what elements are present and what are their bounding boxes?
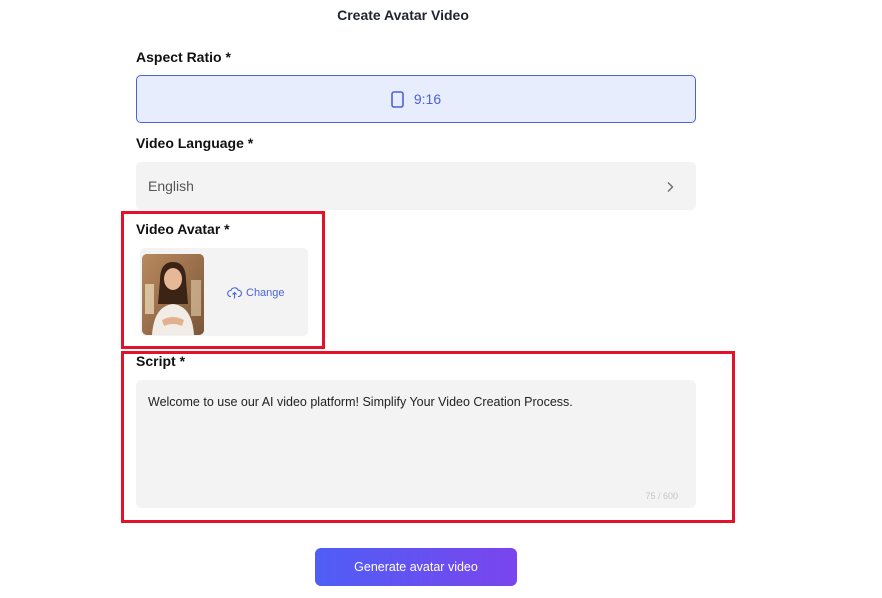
script-textarea[interactable]: Welcome to use our AI video platform! Si…: [136, 380, 696, 508]
script-label: Script *: [136, 353, 186, 369]
aspect-ratio-label: Aspect Ratio *: [136, 49, 231, 65]
video-avatar-card: Change: [140, 248, 308, 336]
script-character-counter: 75 / 600: [645, 491, 678, 501]
portrait-phone-icon: [391, 90, 404, 108]
change-avatar-label: Change: [246, 286, 285, 299]
chevron-right-icon: [664, 180, 676, 192]
page-title: Create Avatar Video: [337, 7, 469, 23]
video-language-select[interactable]: English: [136, 162, 696, 210]
create-avatar-video-page: Create Avatar Video Aspect Ratio * 9:16 …: [0, 0, 882, 598]
script-text: Welcome to use our AI video platform! Si…: [148, 395, 573, 409]
aspect-ratio-value: 9:16: [413, 91, 442, 107]
video-language-value: English: [148, 178, 194, 194]
avatar-thumbnail[interactable]: [142, 254, 204, 335]
video-language-label: Video Language *: [136, 135, 254, 151]
generate-avatar-video-button[interactable]: Generate avatar video: [315, 548, 517, 586]
change-avatar-button[interactable]: Change: [227, 286, 285, 299]
aspect-ratio-option-9-16[interactable]: 9:16: [136, 75, 696, 123]
cloud-upload-icon: [227, 287, 242, 299]
video-avatar-label: Video Avatar *: [136, 221, 230, 237]
